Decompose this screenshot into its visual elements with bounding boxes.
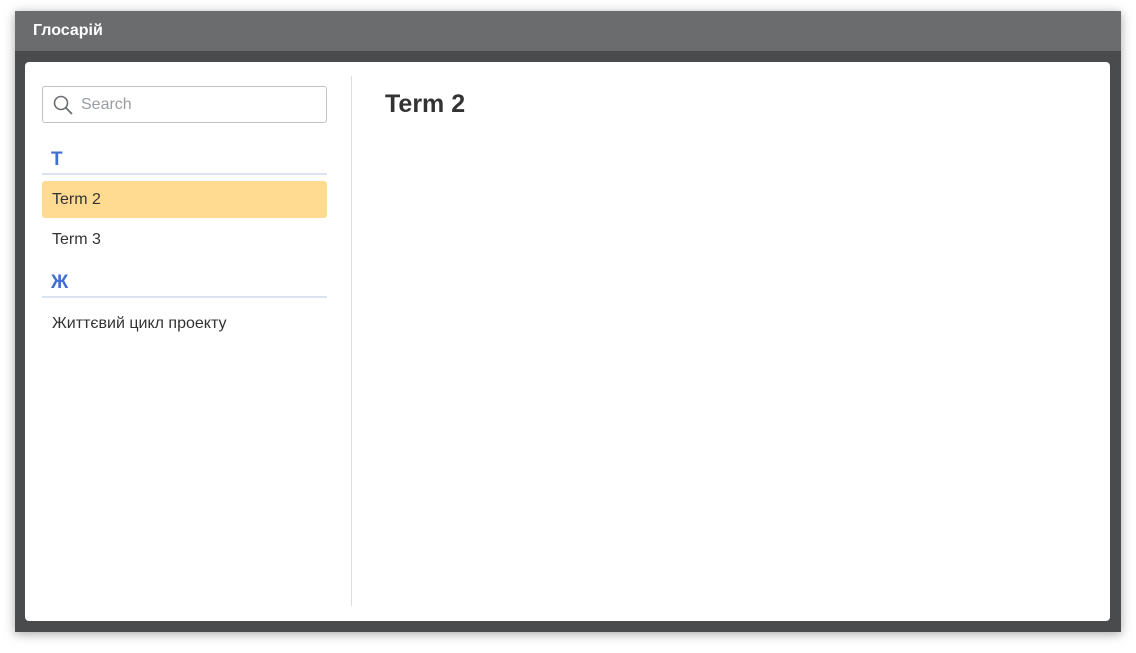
glossary-window: Глосарій T Term 2 Term 3 Ж Життєвий цикл…	[15, 11, 1121, 632]
terms-sidebar: T Term 2 Term 3 Ж Життєвий цикл проекту	[25, 76, 352, 606]
content-panel: T Term 2 Term 3 Ж Життєвий цикл проекту …	[25, 62, 1110, 621]
search-input[interactable]	[81, 87, 321, 122]
group-letter-t: T	[42, 144, 327, 175]
term-title: Term 2	[385, 90, 466, 118]
search-icon	[53, 95, 73, 115]
term-item-term-2[interactable]: Term 2	[42, 181, 327, 218]
window-title: Глосарій	[15, 11, 1121, 51]
term-item-project-lifecycle[interactable]: Життєвий цикл проекту	[42, 305, 327, 342]
group-letter-zh: Ж	[42, 267, 327, 298]
search-box[interactable]	[42, 86, 327, 123]
term-item-term-3[interactable]: Term 3	[42, 221, 327, 258]
